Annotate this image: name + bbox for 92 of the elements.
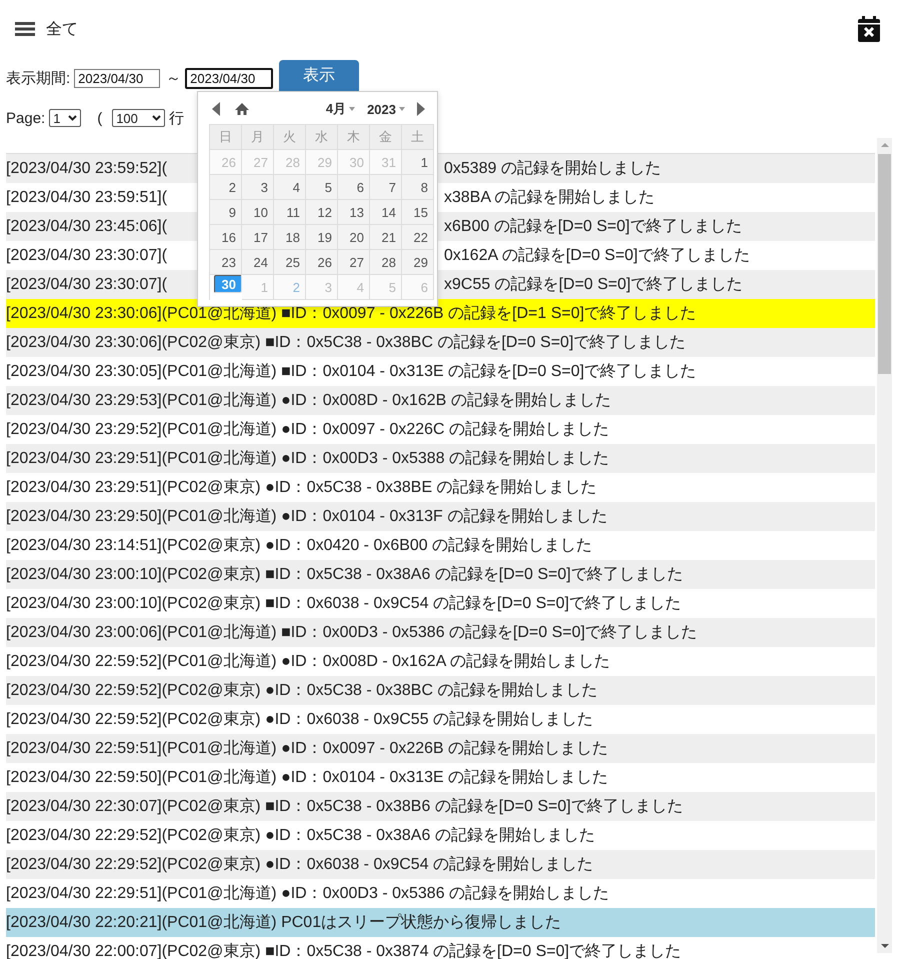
calendar-day[interactable]: 22 bbox=[402, 225, 434, 250]
calendar-day[interactable]: 8 bbox=[402, 175, 434, 200]
caret-icon bbox=[399, 107, 405, 111]
log-text: [2023/04/30 22:30:07](PC02@東京) ■ID：0x5C38 - 0x38B6 の記録を[D=0 S=0]で終了しました bbox=[6, 796, 683, 817]
next-month-icon[interactable] bbox=[417, 102, 425, 116]
chevron-down-icon bbox=[68, 115, 78, 121]
log-text: [2023/04/30 23:14:51](PC02@東京) ●ID：0x0420 - 0x6B00 の記録を開始しました bbox=[6, 536, 592, 556]
header-title: 全て bbox=[46, 20, 78, 40]
chevron-down-icon bbox=[152, 115, 162, 121]
calendar-day[interactable]: 1 bbox=[402, 150, 434, 175]
log-text: [2023/04/30 23:29:53](PC01@北海道) ●ID：0x008D - 0x162B の記録を開始しました bbox=[6, 390, 611, 411]
calendar-day[interactable]: 25 bbox=[274, 250, 306, 275]
calendar-day[interactable]: 23 bbox=[210, 250, 242, 275]
calendar-clear-icon[interactable] bbox=[858, 16, 880, 42]
range-separator: ～ bbox=[166, 68, 182, 88]
scrollbar-thumb[interactable] bbox=[878, 154, 891, 374]
calendar-day[interactable]: 18 bbox=[274, 225, 306, 250]
log-text: [2023/04/30 22:59:51](PC01@北海道) ●ID：0x0097 - 0x226B の記録を開始しました bbox=[6, 738, 608, 759]
log-text: [2023/04/30 23:29:51](PC01@北海道) ●ID：0x00D3 - 0x5388 の記録を開始しました bbox=[6, 448, 610, 469]
log-text: [2023/04/30 23:30:07]( bbox=[6, 276, 168, 294]
log-text: [2023/04/30 23:45:06]( bbox=[6, 218, 168, 236]
calendar-day[interactable]: 19 bbox=[306, 225, 338, 250]
log-text: x9C55 の記録を[D=0 S=0]で終了しました bbox=[444, 274, 743, 295]
calendar-day[interactable]: 15 bbox=[402, 200, 434, 225]
log-text: x38BA の記録を開始しました bbox=[444, 188, 655, 208]
year-dropdown[interactable]: 2023 bbox=[367, 102, 405, 116]
weekday-header: 月 bbox=[242, 125, 274, 150]
calendar-day[interactable]: 4 bbox=[274, 175, 306, 200]
log-text: [2023/04/30 23:59:52]( bbox=[6, 160, 168, 178]
show-button[interactable]: 表示 bbox=[279, 60, 360, 91]
calendar-day[interactable]: 10 bbox=[242, 200, 274, 225]
period-label: 表示期間: bbox=[6, 68, 70, 88]
log-text: [2023/04/30 23:30:06](PC02@東京) ■ID：0x5C38 - 0x38BC の記録を[D=0 S=0]で終了しました bbox=[6, 332, 686, 353]
calendar-day[interactable]: 29 bbox=[402, 250, 434, 275]
log-text: [2023/04/30 22:59:50](PC01@北海道) ●ID：0x0104 - 0x313E の記録を開始しました bbox=[6, 768, 608, 788]
weekday-header: 金 bbox=[370, 125, 402, 150]
rows-suffix: 行 bbox=[169, 108, 184, 128]
log-text: [2023/04/30 23:30:07]( bbox=[6, 246, 168, 264]
calendar-day[interactable]: 20 bbox=[338, 225, 370, 250]
log-text: [2023/04/30 23:00:10](PC02@東京) ■ID：0x5C38 - 0x38A6 の記録を[D=0 S=0]で終了しました bbox=[6, 564, 683, 585]
from-date-field[interactable]: 2023/04/30 bbox=[74, 68, 160, 88]
log-text: [2023/04/30 23:30:05](PC01@北海道) ■ID：0x0104 - 0x313E の記録を[D=0 S=0]で終了しました bbox=[6, 362, 696, 382]
scrollbar[interactable] bbox=[877, 138, 892, 953]
calendar-day[interactable]: 16 bbox=[210, 225, 242, 250]
page-select[interactable]: 1 bbox=[49, 109, 82, 127]
menu-icon[interactable] bbox=[15, 22, 35, 36]
log-text: [2023/04/30 22:59:52](PC02@東京) ●ID：0x6038 - 0x9C55 の記録を開始しました bbox=[6, 710, 594, 730]
to-date-field[interactable]: 2023/04/30 bbox=[185, 68, 274, 88]
log-text: [2023/04/30 22:29:52](PC02@東京) ●ID：0x5C38 - 0x38A6 の記録を開始しました bbox=[6, 826, 595, 846]
log-text: [2023/04/30 23:29:51](PC02@東京) ●ID：0x5C38 - 0x38BE の記録を開始しました bbox=[6, 478, 597, 498]
caret-icon bbox=[349, 107, 356, 111]
calendar-day[interactable]: 28 bbox=[370, 250, 402, 275]
log-text: [2023/04/30 22:29:51](PC01@北海道) ●ID：0x00D3 - 0x5386 の記録を開始しました bbox=[6, 884, 610, 904]
log-text: 0x162A の記録を[D=0 S=0]で終了しました bbox=[444, 246, 750, 266]
calendar-day[interactable]: 14 bbox=[370, 200, 402, 225]
calendar-day[interactable]: 27 bbox=[338, 250, 370, 275]
weekday-header: 水 bbox=[306, 125, 338, 150]
home-icon[interactable] bbox=[235, 103, 249, 115]
calendar-day[interactable]: 6 bbox=[338, 175, 370, 200]
calendar-day[interactable]: 26 bbox=[306, 250, 338, 275]
log-text: [2023/04/30 22:20:21](PC01@北海道) PC01はスリープ状態から復帰しました bbox=[6, 912, 562, 933]
log-text: [2023/04/30 23:29:50](PC01@北海道) ●ID：0x0104 - 0x313F の記録を開始しました bbox=[6, 506, 608, 527]
weekday-header: 火 bbox=[274, 125, 306, 150]
log-text: [2023/04/30 23:00:10](PC02@東京) ■ID：0x6038 - 0x9C54 の記録を[D=0 S=0]で終了しました bbox=[6, 594, 682, 614]
rows-select[interactable]: 100 bbox=[112, 109, 166, 127]
paren-text: ( bbox=[97, 110, 102, 126]
calendar-day[interactable]: 21 bbox=[370, 225, 402, 250]
calendar-day[interactable]: 5 bbox=[306, 175, 338, 200]
calendar-day[interactable]: 13 bbox=[338, 200, 370, 225]
calendar-day[interactable]: 2 bbox=[210, 175, 242, 200]
calendar-day[interactable]: 24 bbox=[242, 250, 274, 275]
calendar-day[interactable]: 7 bbox=[370, 175, 402, 200]
calendar-day[interactable]: 11 bbox=[274, 200, 306, 225]
weekday-header: 日 bbox=[210, 125, 242, 150]
log-text: [2023/04/30 23:00:06](PC01@北海道) ■ID：0x00D3 - 0x5386 の記録を[D=0 S=0]で終了しました bbox=[6, 622, 698, 643]
calendar-day[interactable]: 17 bbox=[242, 225, 274, 250]
weekday-header: 木 bbox=[338, 125, 370, 150]
log-text: [2023/04/30 23:29:52](PC01@北海道) ●ID：0x0097 - 0x226C の記録を開始しました bbox=[6, 420, 610, 440]
log-text: x6B00 の記録を[D=0 S=0]で終了しました bbox=[444, 216, 742, 237]
weekday-header: 土 bbox=[402, 125, 434, 150]
log-text: [2023/04/30 23:59:51]( bbox=[6, 188, 168, 206]
previous-month-icon[interactable] bbox=[212, 102, 220, 116]
log-text: [2023/04/30 22:29:52](PC02@東京) ●ID：0x6038 - 0x9C54 の記録を開始しました bbox=[6, 854, 594, 875]
log-text: [2023/04/30 22:59:52](PC02@東京) ●ID：0x5C38 - 0x38BC の記録を開始しました bbox=[6, 680, 598, 701]
calendar-day[interactable]: 9 bbox=[210, 200, 242, 225]
log-text: [2023/04/30 22:00:07](PC02@東京) ■ID：0x5C38 - 0x3874 の記録を[D=0 S=0]で終了しました bbox=[6, 942, 682, 959]
page-label: Page: bbox=[6, 110, 46, 126]
calendar-day[interactable]: 12 bbox=[306, 200, 338, 225]
calendar-day[interactable]: 3 bbox=[242, 175, 274, 200]
log-text: [2023/04/30 22:59:52](PC01@北海道) ●ID：0x008D - 0x162A の記録を開始しました bbox=[6, 652, 610, 672]
log-text: 0x5389 の記録を開始しました bbox=[444, 158, 661, 179]
month-dropdown[interactable]: 4月 bbox=[326, 100, 356, 118]
